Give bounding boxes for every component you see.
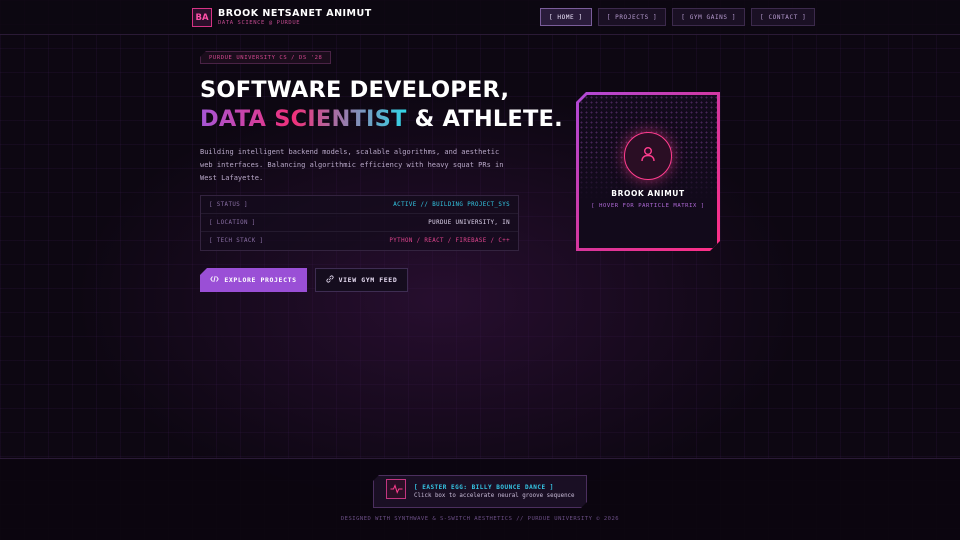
footer-credits: DESIGNED WITH SYNTHWAVE & S-SWITCH AESTH… bbox=[340, 516, 620, 522]
code-icon bbox=[210, 275, 220, 285]
info-key: [ STATUS ] bbox=[209, 201, 248, 208]
nav-projects-button[interactable]: [ PROJECTS ] bbox=[597, 8, 667, 26]
brand-name: BROOK NETSANET ANIMUT bbox=[218, 8, 372, 19]
avatar bbox=[624, 132, 672, 180]
pulse-icon bbox=[386, 479, 406, 499]
profile-name: BROOK ANIMUT bbox=[611, 189, 685, 198]
education-badge: PURDUE UNIVERSITY CS / DS '28 bbox=[200, 51, 332, 64]
headline-rest: & ATHLETE. bbox=[406, 106, 563, 132]
hero-headline: SOFTWARE DEVELOPER, DATA SCIENTIST & ATH… bbox=[200, 76, 563, 134]
view-gym-feed-button[interactable]: VIEW GYM FEED bbox=[315, 268, 408, 292]
info-key: [ LOCATION ] bbox=[209, 219, 256, 226]
nav-home-button[interactable]: [ HOME ] bbox=[540, 8, 592, 26]
profile-hint: [ HOVER FOR PARTICLE MATRIX ] bbox=[591, 203, 705, 209]
easter-egg-subtitle: Click box to accelerate neural groove se… bbox=[414, 493, 575, 499]
info-value: PURDUE UNIVERSITY, IN bbox=[428, 219, 510, 226]
easter-egg-box[interactable]: [ EASTER EGG: BILLY BOUNCE DANCE ] Click… bbox=[373, 475, 587, 508]
nav-gym-gains-button[interactable]: [ GYM GAINS ] bbox=[672, 8, 746, 26]
info-row-location: [ LOCATION ] PURDUE UNIVERSITY, IN bbox=[201, 214, 518, 232]
explore-projects-button[interactable]: EXPLORE PROJECTS bbox=[200, 268, 307, 292]
profile-card[interactable]: BROOK ANIMUT [ HOVER FOR PARTICLE MATRIX… bbox=[576, 92, 720, 251]
user-icon bbox=[639, 145, 657, 167]
easter-egg-title: [ EASTER EGG: BILLY BOUNCE DANCE ] bbox=[414, 484, 554, 491]
info-row-status: [ STATUS ] ACTIVE // BUILDING PROJECT_SY… bbox=[201, 196, 518, 214]
info-value: ACTIVE // BUILDING PROJECT_SYS bbox=[393, 201, 510, 208]
info-key: [ TECH STACK ] bbox=[209, 238, 264, 244]
view-gym-feed-label: VIEW GYM FEED bbox=[338, 276, 398, 284]
info-value: PYTHON / REACT / FIREBASE / C++ bbox=[389, 238, 510, 244]
headline-line-1: SOFTWARE DEVELOPER, bbox=[200, 77, 510, 103]
brand-subtitle: DATA SCIENCE @ PURDUE bbox=[218, 20, 301, 26]
top-nav-bar: BA BROOK NETSANET ANIMUT DATA SCIENCE @ … bbox=[0, 0, 960, 35]
nav-contact-button[interactable]: [ CONTACT ] bbox=[751, 8, 816, 26]
info-table: [ STATUS ] ACTIVE // BUILDING PROJECT_SY… bbox=[200, 195, 519, 251]
info-row-tech-stack: [ TECH STACK ] PYTHON / REACT / FIREBASE… bbox=[201, 232, 518, 250]
link-icon bbox=[326, 275, 334, 285]
headline-gradient-text: DATA SCIENTIST bbox=[200, 106, 407, 132]
logo-badge[interactable]: BA bbox=[192, 8, 212, 27]
main-nav: [ HOME ] [ PROJECTS ] [ GYM GAINS ] [ CO… bbox=[540, 8, 816, 26]
explore-projects-label: EXPLORE PROJECTS bbox=[224, 276, 297, 284]
hero-intro: Building intelligent backend models, sca… bbox=[200, 148, 504, 182]
